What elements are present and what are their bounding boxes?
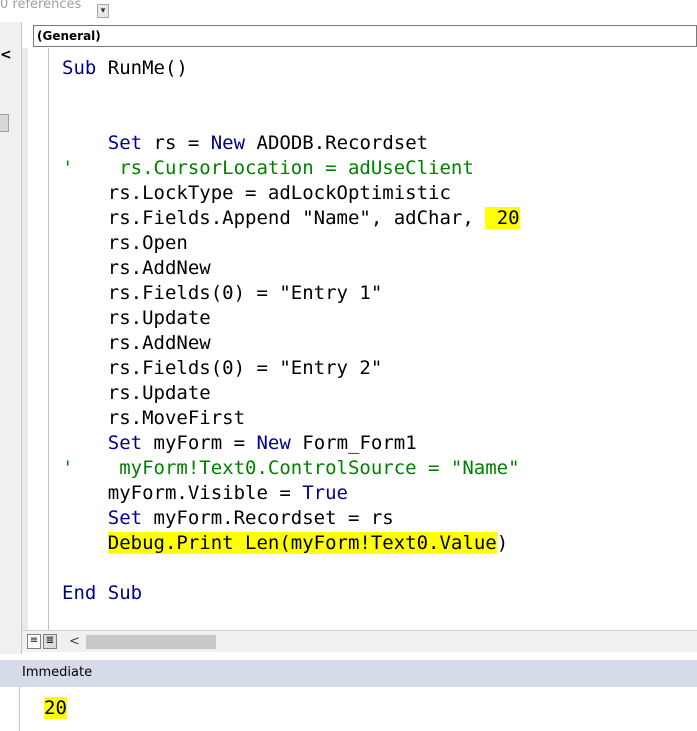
code-line[interactable]: rs.MoveFirst [62,406,520,431]
code-token: Form_Form1 [290,432,417,454]
left-gutter: < [0,22,22,654]
chevron-left-icon[interactable]: < [0,47,12,63]
code-line[interactable]: End Sub [62,581,520,606]
code-keyword: Set [107,132,143,154]
code-token: rs.Fields(0) = "Entry 2" [62,357,383,379]
code-token: rs.Fields.Append "Name", adChar, [62,207,486,229]
code-line[interactable] [62,106,520,131]
code-line[interactable]: myForm.Visible = True [62,481,520,506]
code-line[interactable]: rs.Fields(0) = "Entry 1" [62,281,520,306]
code-editor[interactable]: Sub RunMe() Set rs = New ADODB.Recordset… [62,56,520,606]
code-line[interactable]: Sub RunMe() [62,56,520,81]
code-line[interactable]: Debug.Print Len(myForm!Text0.Value) [62,531,520,556]
code-keyword: True [302,482,348,504]
code-token: rs.Fields(0) = "Entry 1" [62,282,383,304]
code-token: ) [496,532,509,554]
horizontal-scrollbar[interactable]: ≡ ≣ < [22,630,697,652]
code-token: rs.AddNew [62,332,211,354]
top-strip: 0 references ▾ [0,0,697,22]
procedure-combo-value: (General) [37,29,101,43]
code-token: ADODB.Recordset [245,132,429,154]
code-token: myForm = [142,432,257,454]
code-keyword: Sub [62,57,97,79]
code-margin[interactable] [22,48,49,630]
code-line[interactable]: ' myForm!Text0.ControlSource = "Name" [62,456,520,481]
code-token: myForm.Visible = [62,482,303,504]
scroll-left-icon[interactable]: < [69,634,80,649]
code-token: RunMe() [96,57,188,79]
full-module-view-button[interactable]: ≣ [43,634,57,649]
code-token: myForm.Recordset = rs [142,507,394,529]
code-token: rs.Update [62,307,211,329]
code-line[interactable]: Set rs = New ADODB.Recordset [62,131,520,156]
code-line[interactable]: rs.AddNew [62,331,520,356]
code-keyword: Set [107,432,143,454]
code-line[interactable]: ' rs.CursorLocation = adUseClient [62,156,520,181]
code-token: rs = [142,132,211,154]
procedure-view-button[interactable]: ≡ [27,634,41,649]
code-line[interactable]: rs.AddNew [62,256,520,281]
code-line[interactable]: rs.Update [62,306,520,331]
code-line[interactable]: rs.Update [62,381,520,406]
dropdown-arrow-icon[interactable]: ▾ [97,4,109,18]
code-line[interactable] [62,556,520,581]
code-token: rs.Open [62,232,188,254]
immediate-output[interactable]: 20 [44,697,67,719]
code-token: rs.Update [62,382,211,404]
code-line[interactable]: Set myForm.Recordset = rs [62,506,520,531]
code-comment: ' rs.CursorLocation = adUseClient [62,157,474,179]
scrollbar-thumb[interactable] [86,635,216,649]
code-line[interactable]: rs.Fields(0) = "Entry 2" [62,356,520,381]
code-keyword: Set [107,507,143,529]
code-line[interactable] [62,81,520,106]
immediate-window-body[interactable]: 20 [0,687,697,731]
code-token: rs.LockType = adLockOptimistic [62,182,451,204]
procedure-combo[interactable]: (General) [33,25,697,47]
references-label[interactable]: 0 references [0,0,81,12]
search-icon[interactable] [0,114,9,132]
code-token: rs.MoveFirst [62,407,246,429]
code-token: rs.AddNew [62,257,211,279]
code-line[interactable]: rs.Fields.Append "Name", adChar, 20 [62,206,520,231]
code-comment: ' myForm!Text0.ControlSource = "Name" [62,457,520,479]
code-keyword: End Sub [62,582,143,604]
code-keyword: New [210,132,246,154]
immediate-margin [0,687,20,731]
immediate-window-header: Immediate [0,660,697,687]
code-highlight: 20 [485,207,520,229]
code-line[interactable]: rs.Open [62,231,520,256]
code-highlight: Debug.Print Len(myForm!Text0.Value [107,532,497,554]
code-pane[interactable]: Sub RunMe() Set rs = New ADODB.Recordset… [22,48,697,630]
code-keyword: New [256,432,291,454]
immediate-window-title: Immediate [22,665,93,680]
code-line[interactable]: Set myForm = New Form_Form1 [62,431,520,456]
code-line[interactable]: rs.LockType = adLockOptimistic [62,181,520,206]
